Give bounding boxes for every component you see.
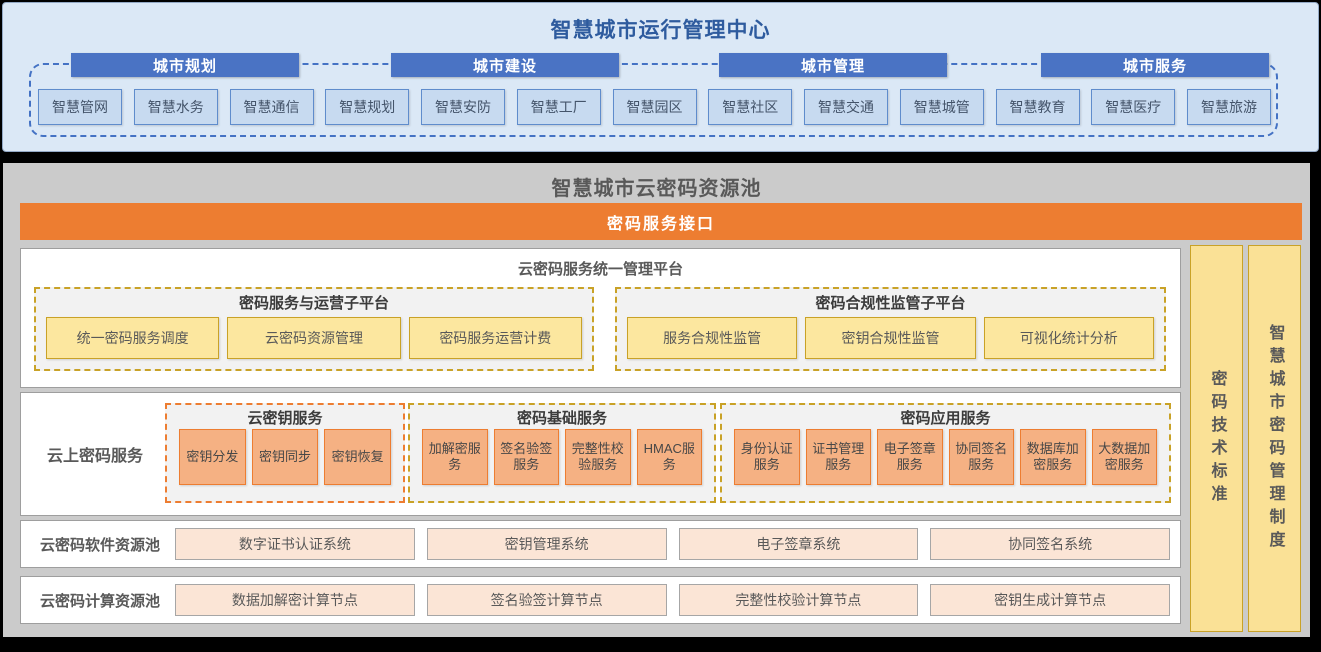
- crypto-application-service-group: 密码应用服务 身份认证服务 证书管理服务 电子签章服务 协同签名服务 数据库加密…: [720, 403, 1171, 503]
- function-box: 服务合规性监管: [627, 317, 797, 359]
- cloud-crypto-pool-panel: 智慧城市云密码资源池 密码服务接口 云密码服务统一管理平台 密码服务与运营子平台…: [3, 163, 1310, 637]
- subplatform-title: 密码合规性监管子平台: [617, 289, 1164, 315]
- node-box: 签名验签计算节点: [427, 584, 667, 616]
- service-operation-subplatform: 密码服务与运营子平台 统一密码服务调度 云密码资源管理 密码服务运营计费: [34, 287, 594, 371]
- group-title: 云密钥服务: [167, 405, 403, 429]
- smart-apps-row: 智慧管网 智慧水务 智慧通信 智慧规划 智慧安防 智慧工厂 智慧园区 智慧社区 …: [38, 89, 1271, 125]
- function-box: 密码服务运营计费: [409, 317, 582, 359]
- subplatform-boxes: 服务合规性监管 密钥合规性监管 可视化统计分析: [617, 315, 1164, 359]
- domain-header-services: 城市服务: [1041, 53, 1269, 77]
- management-platform-title: 云密码服务统一管理平台: [21, 258, 1180, 279]
- group-boxes: 密钥分发 密钥同步 密钥恢复: [167, 429, 403, 485]
- service-box: 证书管理服务: [806, 429, 872, 485]
- domain-header-planning: 城市规划: [71, 53, 299, 77]
- smart-app-box: 智慧工厂: [517, 89, 601, 125]
- smart-app-box: 智慧医疗: [1091, 89, 1175, 125]
- smart-app-box: 智慧教育: [996, 89, 1080, 125]
- smart-app-box: 智慧交通: [804, 89, 888, 125]
- subplatform-title: 密码服务与运营子平台: [36, 289, 592, 315]
- smart-app-box: 智慧园区: [613, 89, 697, 125]
- smart-app-box: 智慧规划: [325, 89, 409, 125]
- cloud-key-service-group: 云密钥服务 密钥分发 密钥同步 密钥恢复: [165, 403, 405, 503]
- crypto-tech-standards-bar: 密码技术标准: [1190, 245, 1243, 632]
- function-box: 统一密码服务调度: [46, 317, 219, 359]
- function-box: 可视化统计分析: [984, 317, 1154, 359]
- service-box: 完整性校验服务: [565, 429, 631, 485]
- node-box: 密钥生成计算节点: [930, 584, 1170, 616]
- side-bar-label: 智慧城市密码管理制度: [1263, 324, 1287, 554]
- cloud-crypto-services-label: 云上密码服务: [31, 393, 159, 515]
- function-box: 云密码资源管理: [227, 317, 400, 359]
- crypto-service-interface-bar: 密码服务接口: [20, 203, 1302, 240]
- crypto-basic-service-group: 密码基础服务 加解密服务 签名验签服务 完整性校验服务 HMAC服务: [408, 403, 716, 503]
- node-box: 完整性校验计算节点: [679, 584, 919, 616]
- service-box: 大数据加密服务: [1092, 429, 1158, 485]
- group-title: 密码应用服务: [722, 405, 1169, 429]
- compliance-supervision-subplatform: 密码合规性监管子平台 服务合规性监管 密钥合规性监管 可视化统计分析: [615, 287, 1166, 371]
- city-crypto-management-system-bar: 智慧城市密码管理制度: [1248, 245, 1301, 632]
- service-box: 密钥恢复: [324, 429, 391, 485]
- service-box: 协同签名服务: [949, 429, 1015, 485]
- cloud-crypto-services-panel: 云上密码服务 云密钥服务 密钥分发 密钥同步 密钥恢复 密码基础服务 加解密服务…: [20, 392, 1181, 516]
- smart-app-box: 智慧社区: [708, 89, 792, 125]
- smart-app-box: 智慧水务: [134, 89, 218, 125]
- system-box: 密钥管理系统: [427, 528, 667, 560]
- service-box: 密钥同步: [252, 429, 319, 485]
- smart-app-box: 智慧安防: [421, 89, 505, 125]
- subplatform-boxes: 统一密码服务调度 云密码资源管理 密码服务运营计费: [36, 315, 592, 359]
- domain-header-management: 城市管理: [719, 53, 947, 77]
- service-box: 密钥分发: [179, 429, 246, 485]
- smart-app-box: 智慧旅游: [1187, 89, 1271, 125]
- service-box: HMAC服务: [637, 429, 703, 485]
- smart-app-box: 智慧城管: [900, 89, 984, 125]
- domain-header-construction: 城市建设: [391, 53, 619, 77]
- group-boxes: 身份认证服务 证书管理服务 电子签章服务 协同签名服务 数据库加密服务 大数据加…: [722, 429, 1169, 485]
- smart-app-box: 智慧管网: [38, 89, 122, 125]
- group-boxes: 加解密服务 签名验签服务 完整性校验服务 HMAC服务: [410, 429, 714, 485]
- system-box: 电子签章系统: [679, 528, 919, 560]
- service-box: 数据库加密服务: [1020, 429, 1086, 485]
- system-box: 数字证书认证系统: [175, 528, 415, 560]
- management-platform-panel: 云密码服务统一管理平台 密码服务与运营子平台 统一密码服务调度 云密码资源管理 …: [20, 248, 1181, 388]
- city-operation-center-panel: 智慧城市运行管理中心 城市规划 城市建设 城市管理 城市服务 智慧管网 智慧水务…: [2, 2, 1319, 152]
- top-panel-title: 智慧城市运行管理中心: [3, 14, 1318, 44]
- function-box: 密钥合规性监管: [805, 317, 975, 359]
- software-pool-label: 云密码软件资源池: [27, 521, 173, 567]
- compute-pool-label: 云密码计算资源池: [27, 577, 173, 623]
- system-box: 协同签名系统: [930, 528, 1170, 560]
- pool-title: 智慧城市云密码资源池: [3, 172, 1310, 201]
- compute-pool-boxes: 数据加解密计算节点 签名验签计算节点 完整性校验计算节点 密钥生成计算节点: [175, 584, 1170, 616]
- service-box: 签名验签服务: [494, 429, 560, 485]
- service-box: 身份认证服务: [734, 429, 800, 485]
- software-pool-boxes: 数字证书认证系统 密钥管理系统 电子签章系统 协同签名系统: [175, 528, 1170, 560]
- side-bar-label: 密码技术标准: [1205, 370, 1229, 508]
- service-box: 电子签章服务: [877, 429, 943, 485]
- group-title: 密码基础服务: [410, 405, 714, 429]
- service-box: 加解密服务: [422, 429, 488, 485]
- node-box: 数据加解密计算节点: [175, 584, 415, 616]
- smart-app-box: 智慧通信: [230, 89, 314, 125]
- compute-resource-pool-row: 云密码计算资源池 数据加解密计算节点 签名验签计算节点 完整性校验计算节点 密钥…: [20, 576, 1181, 624]
- software-resource-pool-row: 云密码软件资源池 数字证书认证系统 密钥管理系统 电子签章系统 协同签名系统: [20, 520, 1181, 568]
